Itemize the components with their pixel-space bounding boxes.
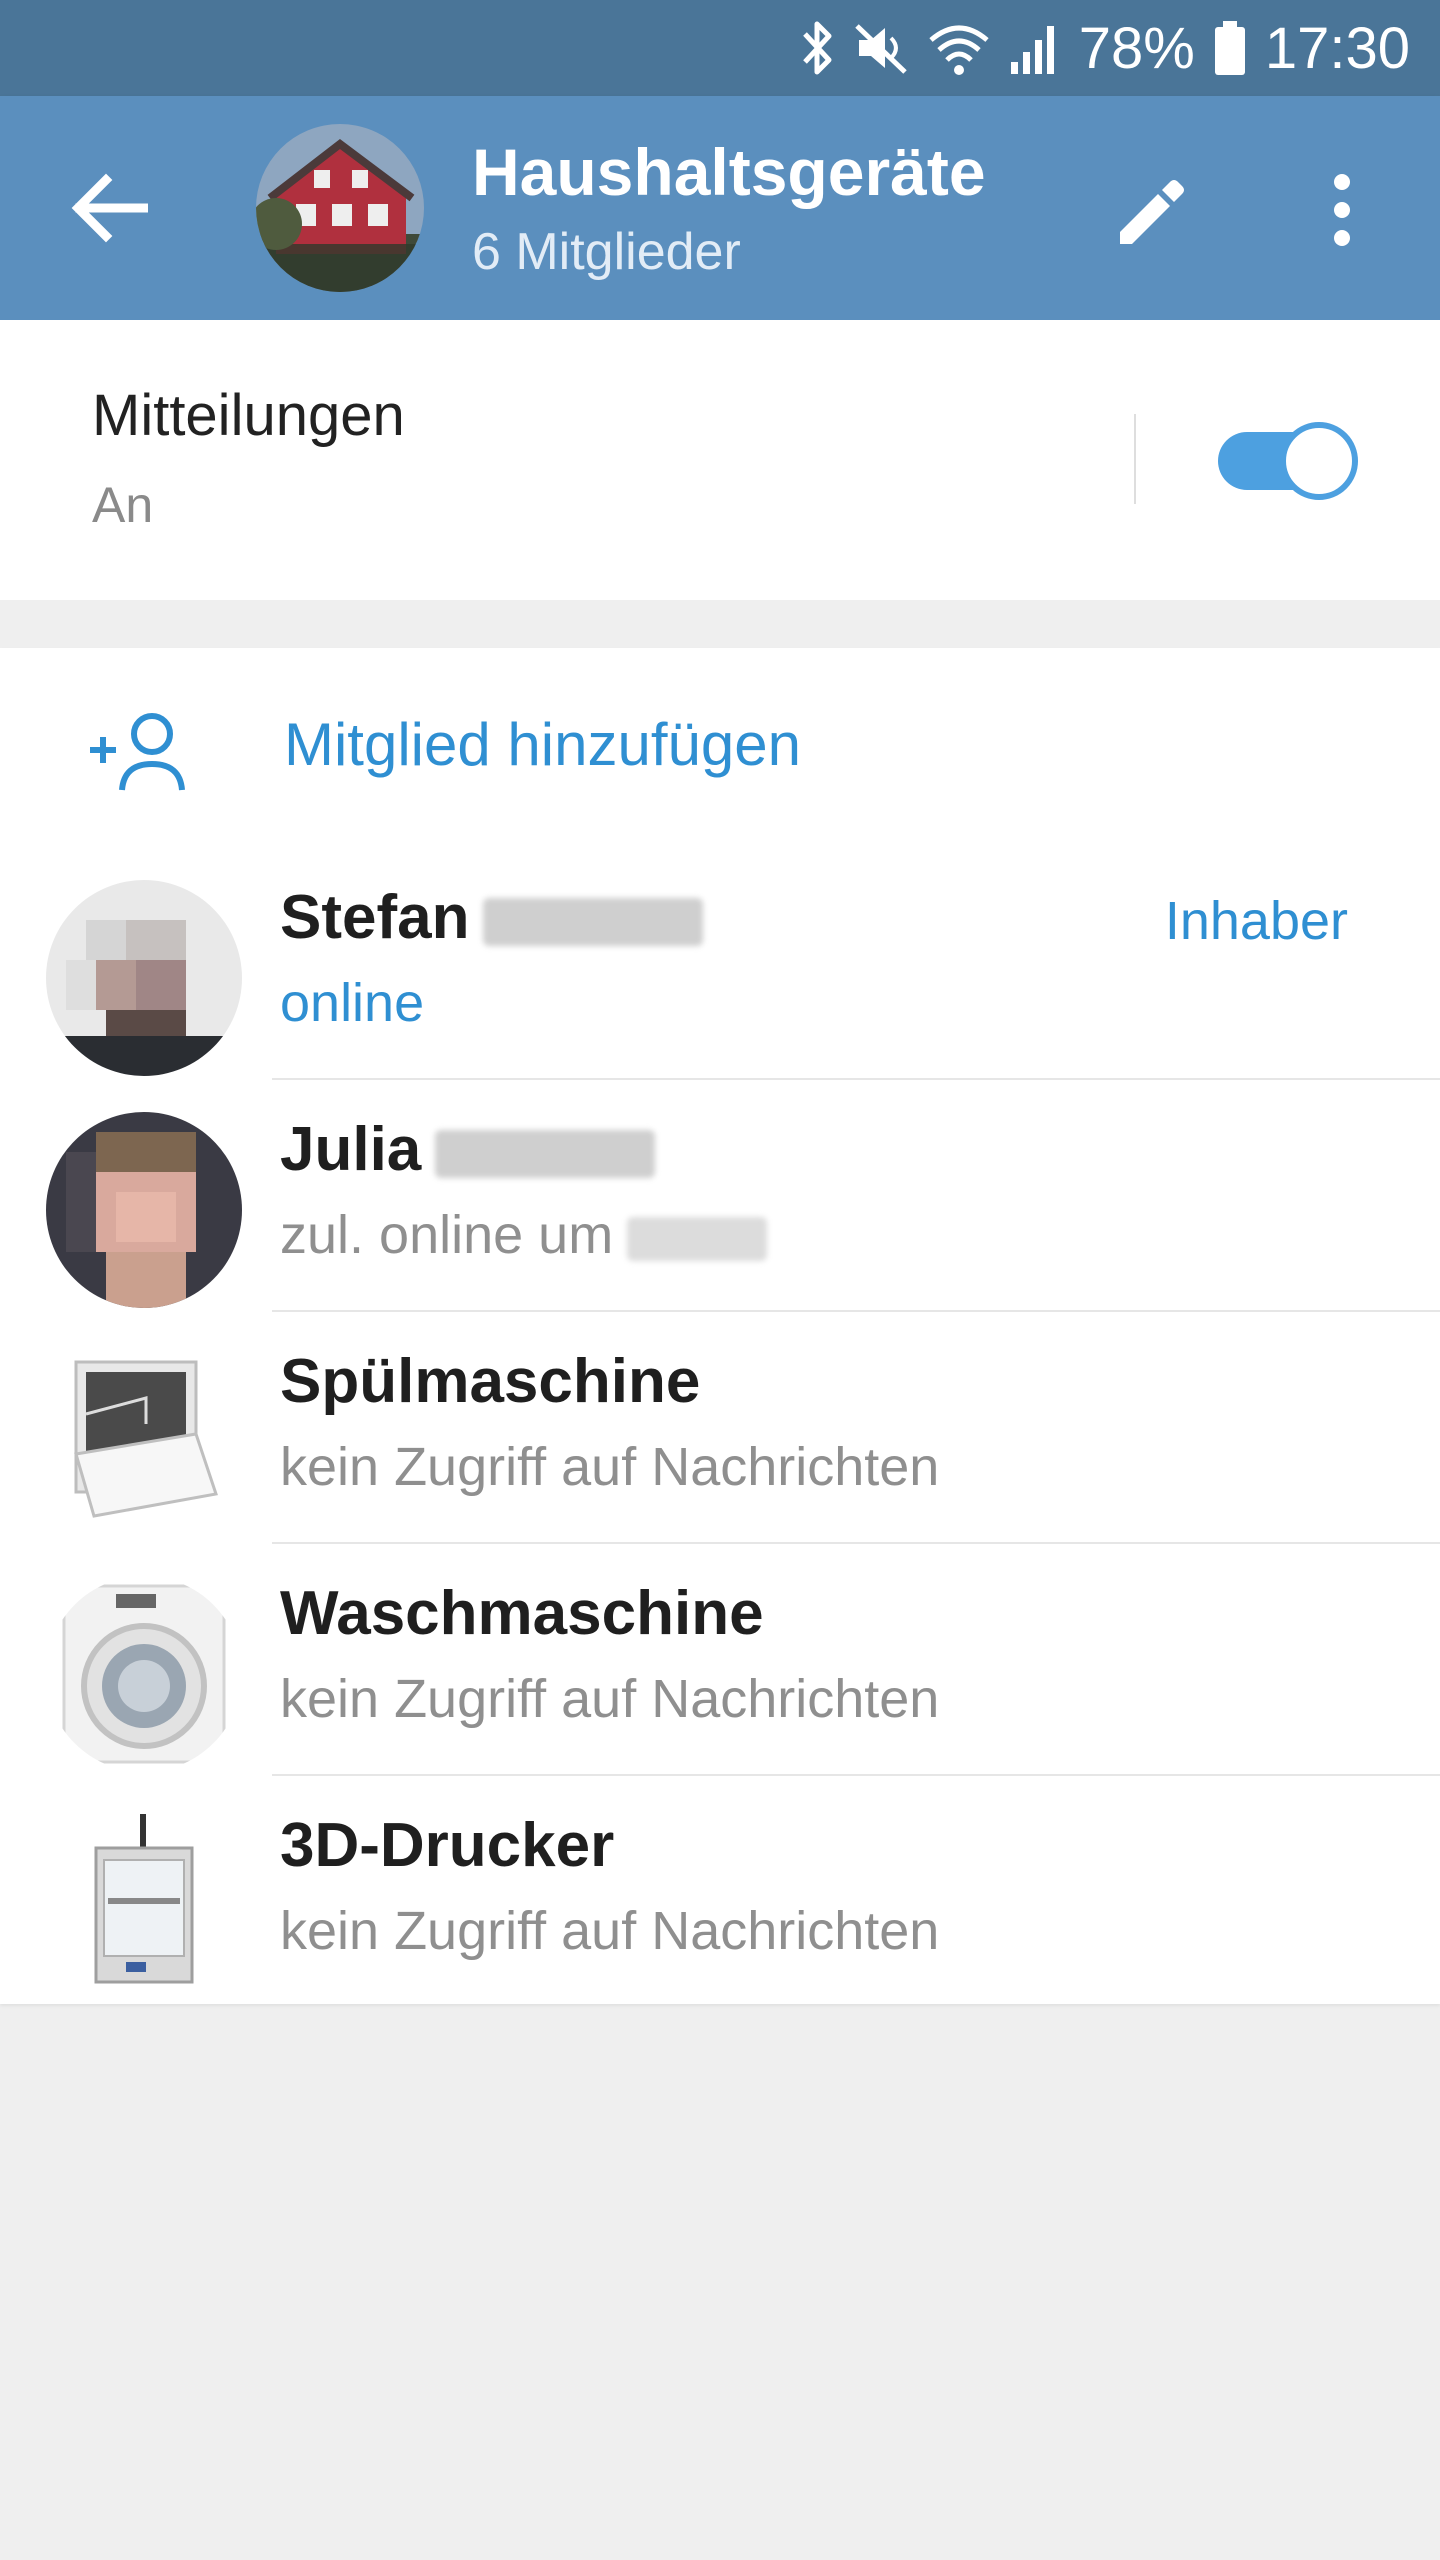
dishwasher-avatar — [46, 1344, 242, 1540]
wifi-icon — [929, 25, 989, 75]
member-status: online — [280, 973, 425, 1033]
members-list: Mitglied hinzufügen Stefan online Inhabe… — [0, 648, 1440, 2004]
member-status: kein Zugriff auf Nachrichten — [280, 1437, 940, 1497]
battery-percent: 78% — [1078, 15, 1195, 81]
notifications-status: An — [92, 477, 154, 533]
bluetooth-icon — [802, 21, 832, 75]
mute-icon — [855, 24, 907, 74]
member-row-julia[interactable]: Julia zul. online um — [0, 1080, 1440, 1312]
add-member-label: Mitglied hinzufügen — [284, 711, 802, 778]
back-arrow-icon[interactable] — [70, 172, 148, 244]
notifications-toggle[interactable] — [1218, 422, 1358, 500]
member-row-washing-machine[interactable]: Waschmaschine kein Zugriff auf Nachricht… — [0, 1544, 1440, 1776]
more-vert-icon[interactable] — [1322, 172, 1362, 248]
member-name: Stefan — [280, 882, 704, 953]
member-row-stefan[interactable]: Stefan online Inhaber — [0, 848, 1440, 1080]
add-person-icon — [90, 713, 185, 791]
redacted-surname — [483, 897, 704, 946]
redacted-surname — [435, 1129, 656, 1178]
notifications-title: Mitteilungen — [92, 383, 405, 448]
member-row-dishwasher[interactable]: Spülmaschine kein Zugriff auf Nachrichte… — [0, 1312, 1440, 1544]
group-title: Haushaltsgeräte — [472, 135, 986, 209]
member-status: kein Zugriff auf Nachrichten — [280, 1901, 940, 1961]
toggle-knob — [1280, 422, 1358, 500]
pencil-icon[interactable] — [1112, 174, 1188, 250]
battery-icon — [1214, 21, 1245, 75]
member-status: zul. online um — [280, 1204, 768, 1266]
status-bar: 78% 17:30 — [0, 0, 1440, 96]
app-bar: Haushaltsgeräte 6 Mitglieder — [0, 96, 1440, 320]
add-member-button[interactable]: Mitglied hinzufügen — [0, 648, 1440, 848]
member-name: Julia — [280, 1114, 656, 1185]
clock: 17:30 — [1264, 15, 1410, 81]
notifications-row[interactable]: Mitteilungen An — [0, 320, 1440, 600]
group-avatar[interactable] — [256, 124, 424, 292]
member-name: 3D-Drucker — [280, 1811, 615, 1880]
redacted-time — [627, 1216, 768, 1261]
signal-icon — [1010, 26, 1054, 74]
member-row-3d-printer[interactable]: 3D-Drucker kein Zugriff auf Nachrichten — [0, 1776, 1440, 2008]
washing-machine-avatar — [46, 1576, 242, 1772]
avatar — [46, 880, 242, 1076]
member-count: 6 Mitglieder — [472, 223, 741, 281]
avatar — [46, 1112, 242, 1308]
member-name: Waschmaschine — [280, 1579, 764, 1648]
3d-printer-avatar — [46, 1808, 242, 2004]
member-status: kein Zugriff auf Nachrichten — [280, 1669, 940, 1729]
divider — [1134, 414, 1136, 504]
owner-badge: Inhaber — [1164, 891, 1348, 951]
member-name: Spülmaschine — [280, 1347, 701, 1416]
